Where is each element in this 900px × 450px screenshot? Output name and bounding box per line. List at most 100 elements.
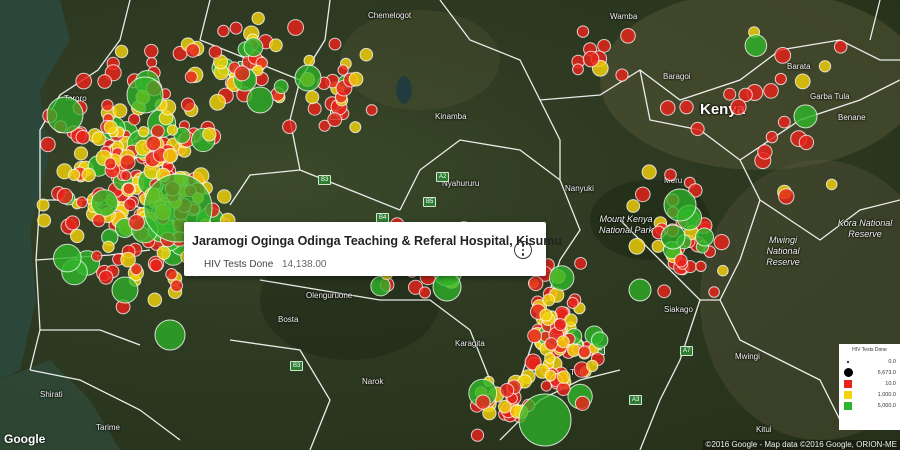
facility-marker[interactable] [549, 265, 575, 291]
facility-marker[interactable] [818, 60, 832, 73]
facility-marker[interactable] [794, 73, 811, 90]
facility-marker[interactable] [81, 167, 96, 183]
facility-marker[interactable] [597, 39, 611, 53]
facility-marker[interactable] [40, 136, 56, 153]
facility-marker[interactable] [144, 43, 159, 59]
facility-marker[interactable] [833, 40, 848, 54]
facility-marker[interactable] [307, 101, 322, 116]
facility-marker[interactable] [53, 243, 82, 273]
facility-marker[interactable] [328, 37, 342, 51]
facility-marker[interactable] [778, 188, 795, 205]
facility-marker[interactable] [114, 44, 129, 59]
facility-marker-large[interactable] [126, 76, 164, 114]
facility-marker[interactable] [679, 99, 694, 115]
facility-marker[interactable] [359, 47, 374, 62]
facility-marker[interactable] [544, 369, 557, 382]
facility-marker-large[interactable] [246, 86, 274, 114]
facility-marker-large[interactable] [294, 64, 322, 92]
facility-marker[interactable] [208, 45, 223, 59]
facility-marker[interactable] [217, 24, 230, 38]
facility-marker[interactable] [574, 257, 587, 270]
facility-marker[interactable] [202, 127, 217, 142]
facility-marker[interactable] [76, 196, 88, 209]
facility-marker[interactable] [774, 72, 787, 86]
facility-marker[interactable] [825, 178, 838, 191]
facility-marker[interactable] [628, 237, 646, 255]
facility-marker[interactable] [162, 148, 179, 164]
facility-marker[interactable] [251, 11, 265, 26]
facility-marker[interactable] [145, 135, 162, 152]
facility-marker[interactable] [475, 394, 491, 410]
facility-marker[interactable] [620, 28, 636, 44]
facility-marker[interactable] [91, 250, 103, 262]
facility-marker-large[interactable] [432, 272, 462, 302]
facility-marker[interactable] [234, 65, 251, 82]
facility-marker[interactable] [269, 38, 283, 53]
facility-marker[interactable] [553, 318, 567, 331]
facility-marker[interactable] [470, 428, 485, 442]
facility-marker[interactable] [327, 112, 343, 127]
facility-marker[interactable] [635, 186, 651, 203]
facility-marker[interactable] [56, 187, 74, 205]
facility-marker[interactable] [229, 21, 243, 35]
facility-marker[interactable] [626, 199, 641, 213]
facility-marker[interactable] [337, 64, 349, 76]
facility-marker[interactable] [150, 124, 165, 139]
facility-marker[interactable] [723, 87, 737, 101]
facility-info-popup[interactable]: Jaramogi Oginga Odinga Teaching & Refera… [184, 222, 562, 276]
facility-marker[interactable] [730, 98, 747, 116]
facility-marker[interactable] [65, 215, 81, 231]
facility-marker[interactable] [273, 79, 289, 95]
facility-marker[interactable] [664, 168, 677, 182]
facility-marker[interactable] [674, 253, 688, 268]
facility-marker[interactable] [70, 228, 85, 244]
facility-marker[interactable] [774, 47, 792, 64]
map-canvas[interactable]: Tororo Chemelogot Wamba Baragoi Barata G… [0, 0, 900, 450]
facility-marker[interactable] [348, 71, 364, 87]
facility-marker[interactable] [578, 345, 591, 359]
facility-marker[interactable] [73, 146, 89, 161]
facility-marker[interactable] [798, 134, 815, 151]
facility-marker[interactable] [557, 370, 571, 384]
facility-marker[interactable] [556, 335, 570, 349]
more-vert-icon[interactable] [514, 241, 532, 259]
facility-marker[interactable] [498, 399, 512, 414]
facility-marker[interactable] [119, 154, 136, 171]
facility-marker[interactable] [122, 182, 135, 195]
facility-marker[interactable] [147, 292, 163, 308]
facility-marker[interactable] [713, 234, 730, 251]
facility-marker[interactable] [97, 74, 113, 89]
facility-marker[interactable] [305, 90, 320, 105]
facility-marker[interactable] [102, 240, 115, 254]
facility-marker[interactable] [68, 168, 81, 181]
facility-marker[interactable] [544, 337, 558, 351]
facility-marker-large[interactable] [518, 393, 572, 447]
facility-marker[interactable] [156, 245, 171, 260]
facility-marker[interactable] [591, 331, 609, 349]
facility-marker[interactable] [567, 343, 581, 357]
facility-marker-large[interactable] [111, 276, 139, 304]
facility-marker[interactable] [209, 93, 227, 111]
facility-marker[interactable] [777, 115, 791, 129]
facility-marker[interactable] [757, 144, 773, 160]
facility-marker[interactable] [243, 37, 264, 58]
facility-marker[interactable] [101, 99, 114, 112]
facility-marker-large[interactable] [663, 188, 697, 222]
facility-marker[interactable] [574, 395, 591, 411]
facility-marker[interactable] [744, 34, 768, 57]
map-attribution[interactable]: ©2016 Google - Map data ©2016 Google, OR… [702, 440, 900, 450]
facility-marker[interactable] [120, 170, 132, 182]
facility-marker[interactable] [185, 43, 201, 58]
facility-marker[interactable] [75, 129, 91, 145]
facility-marker[interactable] [572, 63, 584, 76]
facility-marker[interactable] [146, 56, 158, 68]
facility-marker[interactable] [763, 83, 779, 99]
facility-marker[interactable] [137, 126, 150, 138]
facility-marker[interactable] [75, 72, 92, 90]
facility-marker[interactable] [539, 308, 553, 322]
facility-marker[interactable] [149, 258, 163, 272]
facility-marker[interactable] [793, 104, 818, 129]
facility-marker[interactable] [37, 213, 52, 228]
facility-marker[interactable] [544, 352, 556, 364]
facility-marker[interactable] [418, 286, 431, 299]
